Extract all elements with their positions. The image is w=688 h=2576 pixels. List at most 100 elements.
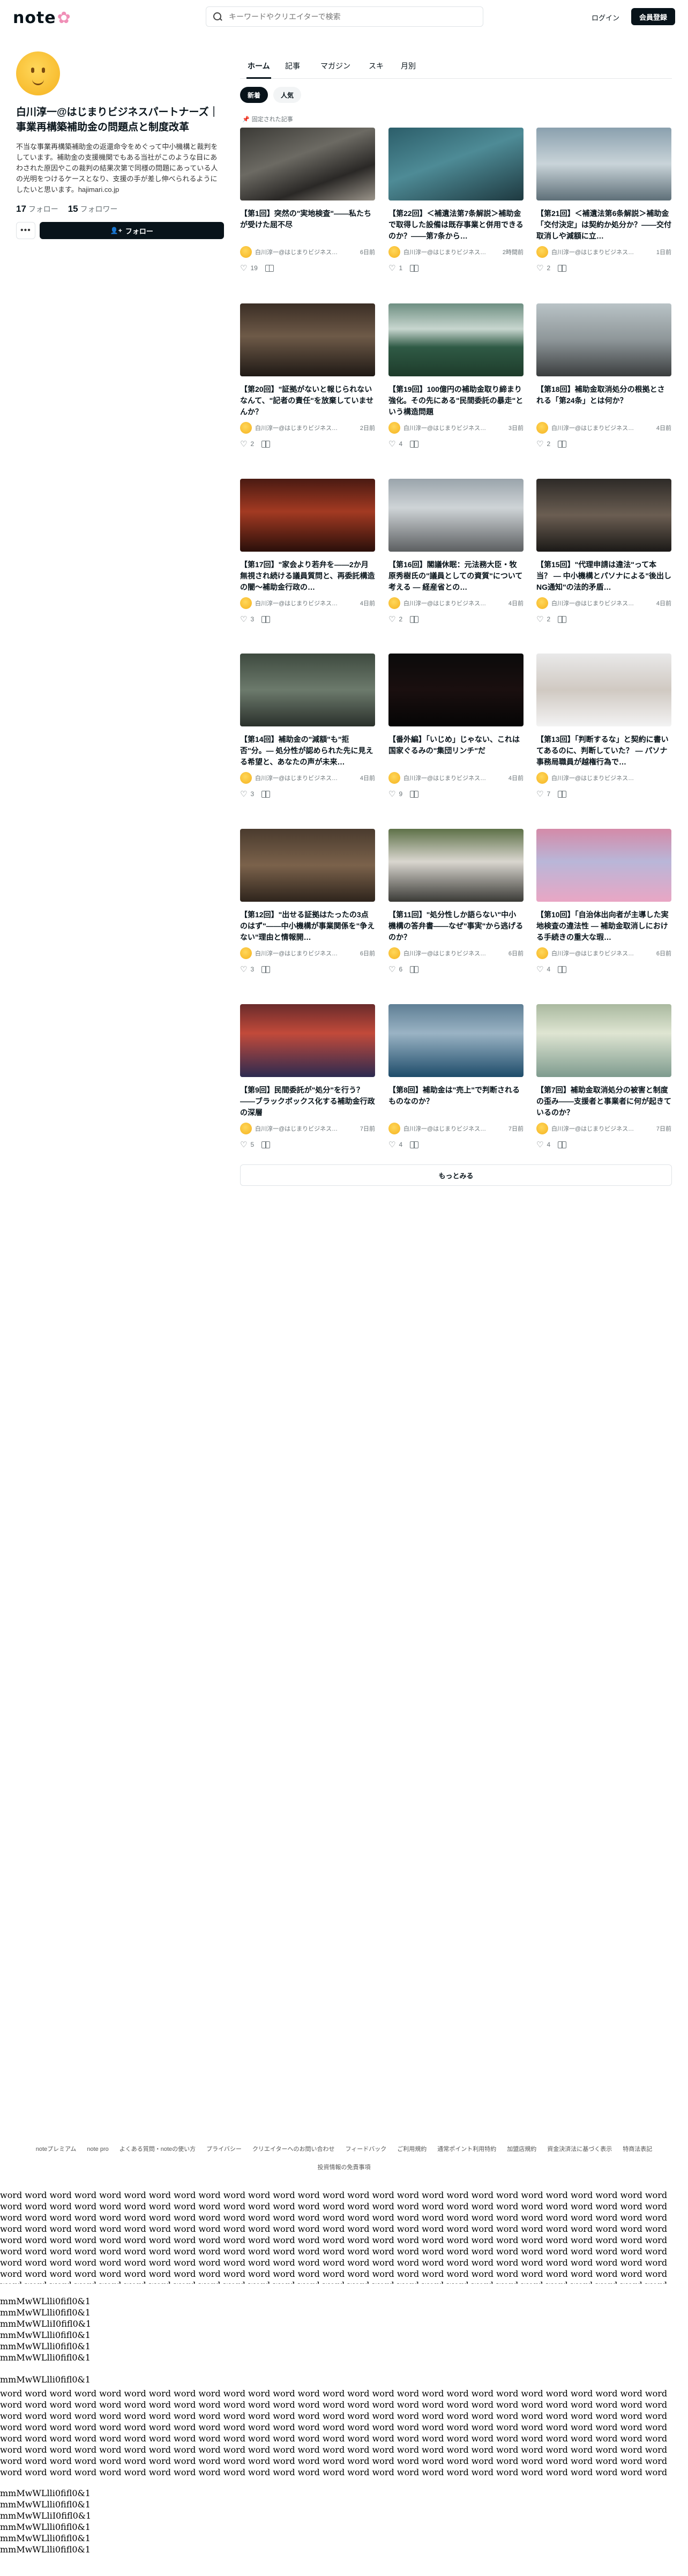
tab-articles[interactable]: 記事 [284, 59, 301, 77]
article-thumbnail[interactable] [388, 479, 524, 552]
author-name[interactable]: 白川淳一@はじまりビジネスパートナーズ｜事業再構築補助金の問題点と制度改革 [551, 248, 637, 256]
author-name[interactable]: 白川淳一@はじまりビジネスパートナーズ｜事業再構築補助金の問題点と制度改革 [551, 424, 637, 432]
article-title[interactable]: 【第22回】＜補遺法第7条解説＞補助金で取得した設備は既存事業と併用できるのか？… [388, 208, 524, 242]
article-thumbnail[interactable] [388, 829, 524, 902]
author-avatar[interactable] [536, 772, 548, 784]
article-card[interactable]: 【第8回】補助金は"売上"で判断されるものなのか？ 白川淳一@はじまりビジネスパー… [388, 1004, 524, 1149]
tab-likes[interactable]: スキ [368, 59, 385, 77]
heart-icon[interactable]: ♡ [388, 263, 395, 273]
following-link[interactable]: 17 フォロー [16, 204, 66, 214]
author-avatar[interactable] [536, 422, 548, 434]
author-avatar[interactable] [388, 947, 400, 959]
sort-new-button[interactable]: 新着 [240, 87, 268, 103]
article-thumbnail[interactable] [536, 479, 671, 552]
article-card[interactable]: 【第1回】突然の"実地検査"――私たちが受けた屈不尽白川淳一@はじまりビジネスパ… [240, 128, 375, 273]
heart-icon[interactable]: ♡ [536, 263, 543, 273]
author-avatar[interactable] [388, 422, 400, 434]
magazine-add-icon[interactable] [410, 440, 419, 448]
article-thumbnail[interactable] [388, 303, 524, 376]
footer-link[interactable]: よくある質問・noteの使い方 [119, 2146, 196, 2152]
article-card[interactable]: 【第20回】"証拠がないと報じられないなんて、"記者の責任"を放棄していませんか… [240, 303, 375, 449]
heart-icon[interactable]: ♡ [536, 614, 543, 624]
author-name[interactable]: 白川淳一@はじまりビジネスパートナーズ｜事業再構築補助金の問題点と制度改革 [551, 599, 637, 607]
author-name[interactable]: 白川淳一@はじまりビジネスパートナーズ｜事業再構築補助金の問題点と制度改革 [403, 424, 489, 432]
heart-icon[interactable]: ♡ [388, 964, 395, 974]
tab-monthly[interactable]: 月別 [400, 59, 417, 77]
author-avatar[interactable] [240, 597, 252, 609]
heart-icon[interactable]: ♡ [240, 1140, 247, 1149]
article-card[interactable]: 【第22回】＜補遺法第7条解説＞補助金で取得した設備は既存事業と併用できるのか？… [388, 128, 524, 273]
footer-link[interactable]: note pro [87, 2146, 108, 2152]
magazine-add-icon[interactable] [261, 440, 271, 448]
article-title[interactable]: 【第1回】突然の"実地検査"――私たちが受けた屈不尽 [240, 208, 375, 242]
author-name[interactable]: 白川淳一@はじまりビジネスパートナーズ｜事業再構築補助金の問題点と制度改革 [403, 599, 489, 607]
heart-icon[interactable]: ♡ [240, 964, 247, 974]
magazine-add-icon[interactable] [261, 1141, 271, 1148]
article-title[interactable]: 【第17回】"家会より若弁を――2か月無視され続ける議員質問と、再委託構造の闇～… [240, 559, 375, 593]
author-name[interactable]: 白川淳一@はじまりビジネスパートナーズ｜事業再構築補助金の問題点と制度改革 [551, 774, 637, 782]
article-title[interactable]: 【第14回】補助金の"減額"も"拒否"分。― 処分性が認められた先に見える希望と… [240, 734, 375, 768]
article-thumbnail[interactable] [536, 128, 671, 201]
article-title[interactable]: 【第12回】"出せる証拠はたったの3点のはず"――中小機構が事業関係を"争えない… [240, 909, 375, 943]
article-title[interactable]: 【第11回】"処分性しか語らない"中小機構の答弁書――なぜ"事実"から逃げるのか… [388, 909, 524, 943]
heart-icon[interactable]: ♡ [536, 439, 543, 449]
heart-icon[interactable]: ♡ [240, 439, 247, 449]
author-name[interactable]: 白川淳一@はじまりビジネスパートナーズ｜事業再構築補助金の問題点と制度改革 [255, 248, 341, 256]
footer-link[interactable]: 投資情報の免責事項 [318, 2164, 371, 2171]
author-avatar[interactable] [240, 947, 252, 959]
magazine-add-icon[interactable] [558, 615, 567, 623]
heart-icon[interactable]: ♡ [240, 789, 247, 799]
author-name[interactable]: 白川淳一@はじまりビジネスパートナーズ｜事業再構築補助金の問題点と制度改革 [403, 248, 489, 256]
article-thumbnail[interactable] [388, 654, 524, 726]
article-thumbnail[interactable] [536, 303, 671, 376]
author-avatar[interactable] [536, 597, 548, 609]
author-name[interactable]: 白川淳一@はじまりビジネスパートナーズ｜事業再構築補助金の問題点と制度改革 [255, 949, 341, 957]
creator-avatar[interactable] [16, 51, 60, 95]
article-card[interactable]: 【第17回】"家会より若弁を――2か月無視され続ける議員質問と、再委託構造の闇～… [240, 479, 375, 624]
author-avatar[interactable] [388, 246, 400, 258]
article-title[interactable]: 【第10回】「自治体出向者が主導した実地検査の違法性 ― 補助金取消しにおける手… [536, 909, 671, 943]
article-card[interactable]: 【第13回】「判断するな」と契約に書いてあるのに、判断していた？ ― パソナ事務… [536, 654, 671, 799]
article-title[interactable]: 【第16回】閣議休眠：元法務大臣・牧原秀樹氏の"議員としての資質"について考える… [388, 559, 524, 593]
search-box[interactable] [206, 6, 483, 27]
article-thumbnail[interactable] [240, 829, 375, 902]
author-avatar[interactable] [388, 772, 400, 784]
article-title[interactable]: 【第9回】民間委託が"処分"を行う？――ブラックボックス化する補助金行政の深層 [240, 1085, 375, 1118]
article-card[interactable]: 【第10回】「自治体出向者が主導した実地検査の違法性 ― 補助金取消しにおける手… [536, 829, 671, 974]
magazine-add-icon[interactable] [558, 440, 567, 448]
footer-link[interactable]: プライバシー [206, 2146, 242, 2152]
magazine-add-icon[interactable] [410, 966, 419, 973]
heart-icon[interactable]: ♡ [388, 614, 395, 624]
magazine-add-icon[interactable] [410, 1141, 419, 1148]
article-card[interactable]: 【第11回】"処分性しか語らない"中小機構の答弁書――なぜ"事実"から逃げるのか… [388, 829, 524, 974]
author-name[interactable]: 白川淳一@はじまりビジネスパートナーズ｜事業再構築補助金の問題点と制度改革 [255, 1124, 341, 1133]
article-card[interactable]: 【第21回】＜補遺法第6条解説＞補助金「交付決定」は契約か処分か？――交付取消し… [536, 128, 671, 273]
footer-link[interactable]: 加盟店規約 [507, 2146, 536, 2152]
sort-popular-button[interactable]: 人気 [273, 87, 302, 103]
author-avatar[interactable] [240, 422, 252, 434]
author-name[interactable]: 白川淳一@はじまりビジネスパートナーズ｜事業再構築補助金の問題点と制度改革 [551, 1124, 637, 1133]
article-title[interactable]: 【第7回】補助金取消処分の被害と制度の歪み――支援者と事業者に何が起きているのか… [536, 1085, 671, 1118]
heart-icon[interactable]: ♡ [388, 789, 395, 799]
article-card[interactable]: 【番外編】「いじめ」じゃない、これは国家ぐるみの"集団リンチ"だ 白川淳一@はじま… [388, 654, 524, 799]
author-avatar[interactable] [240, 772, 252, 784]
article-thumbnail[interactable] [240, 1004, 375, 1077]
footer-link[interactable]: フィードバック [346, 2146, 387, 2152]
article-title[interactable]: 【第18回】補助金取消処分の根拠とされる「第24条」とは何か？ [536, 384, 671, 418]
magazine-add-icon[interactable] [261, 615, 271, 623]
article-thumbnail[interactable] [240, 128, 375, 201]
author-name[interactable]: 白川淳一@はじまりビジネスパートナーズ｜事業再構築補助金の問題点と制度改革 [403, 949, 489, 957]
magazine-add-icon[interactable] [558, 264, 567, 272]
article-title[interactable]: 【第13回】「判断するな」と契約に書いてあるのに、判断していた？ ― パソナ事務… [536, 734, 671, 768]
login-button[interactable]: ログイン [587, 9, 624, 26]
heart-icon[interactable]: ♡ [536, 964, 543, 974]
note-logo[interactable]: note✿ [13, 9, 71, 27]
magazine-add-icon[interactable] [261, 966, 271, 973]
tab-magazines[interactable]: マガジン [319, 59, 352, 77]
article-card[interactable]: 【第7回】補助金取消処分の被害と制度の歪み――支援者と事業者に何が起きているのか… [536, 1004, 671, 1149]
more-options-button[interactable]: ••• [16, 222, 35, 239]
author-avatar[interactable] [388, 1123, 400, 1134]
followers-link[interactable]: 15 フォロワー [68, 204, 125, 214]
article-thumbnail[interactable] [536, 829, 671, 902]
heart-icon[interactable]: ♡ [240, 263, 247, 273]
